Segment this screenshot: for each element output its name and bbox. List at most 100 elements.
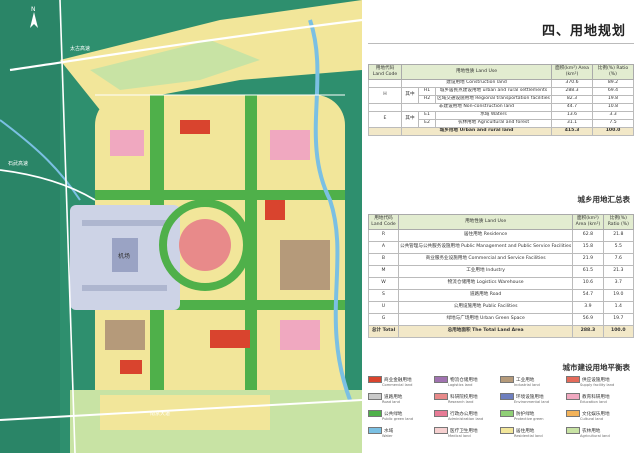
cell-name: 绿地与广场用地 Urban Green Space: [397, 313, 574, 326]
cell-code: [368, 79, 402, 88]
table-row: A 公共管理与公共服务设施用地 Public Management and Pub…: [368, 241, 635, 254]
legend-label-en: Commercial land: [382, 383, 413, 387]
legend-item: 水域 Water: [368, 427, 393, 438]
title-divider: [368, 43, 634, 44]
cell-ratio: 3.3: [592, 111, 634, 120]
cell-area: 62.8: [572, 229, 604, 242]
legend-label-en: Water: [382, 434, 393, 438]
table-row: 非建设用地 Non-construction land 44.7 10.8: [368, 103, 634, 112]
header-code: 用地代码 Land Code: [368, 214, 399, 230]
legend-swatch: [368, 376, 382, 383]
cell-area: 44.7: [551, 103, 593, 112]
land-use-plan-page: 机场 太古高速 石武高速 南京大道 N 四、用地规划 用地代码 Land Cod…: [0, 0, 640, 453]
legend-swatch: [566, 410, 580, 417]
cell-name: 农林用地 Agricultural and forest: [435, 119, 552, 128]
table-row: B 商业服务业设施用地 Commercial and Service Facili…: [368, 253, 635, 266]
legend-item: 防护绿地 Protective green: [500, 410, 544, 421]
legend-swatch: [434, 393, 448, 400]
cell-subcode: E2: [418, 119, 436, 128]
legend-swatch: [368, 410, 382, 417]
legend-label-en: Cultural land: [580, 417, 604, 421]
cell-code: U: [368, 301, 399, 314]
header-area: 面积(km²) Area (km²): [572, 214, 604, 230]
cell-area: 31.1: [551, 119, 593, 128]
legend-swatch: [566, 427, 580, 434]
header-ratio: 比例(%) Ratio (%): [592, 64, 634, 80]
legend-item: 居住用地 Residential land: [500, 427, 543, 438]
balance-caption: 城市建设用地平衡表: [562, 363, 631, 372]
cell-code: R: [368, 229, 399, 242]
cell-subcode: H2: [418, 95, 436, 104]
cell-code: [368, 127, 402, 136]
cell-ratio: 21.8: [602, 229, 635, 242]
legend-label-en: Education land: [580, 400, 607, 404]
cell-ratio: 7.6: [602, 253, 635, 266]
cell-name: 非建设用地 Non-construction land: [401, 103, 552, 112]
balance-table: 用地代码 Land Code 用地性质 Land Use 面积(km²) Are…: [368, 214, 635, 338]
balance-body: R 居住用地 Residence 62.8 21.8 A 公共管理与公共服务设施用地 Pu…: [368, 229, 635, 338]
legend-label-en: Supply facility land: [580, 383, 615, 387]
legend-swatch: [500, 393, 514, 400]
legend-item: 科研院校用地 Research land: [434, 393, 478, 404]
legend: 商业金融用地 Commercial land 物流仓储用地 Logistics lan…: [368, 376, 634, 448]
legend-label-en: Residential land: [514, 434, 543, 438]
cell-code: [368, 103, 402, 112]
cell-subcode: E1: [418, 111, 436, 120]
cell-code: B: [368, 253, 399, 266]
cell-area: 61.5: [572, 265, 604, 278]
cell-ratio: 7.5: [592, 119, 634, 128]
legend-item: 医疗卫生用地 Medical land: [434, 427, 478, 438]
legend-label-en: Industrial land: [514, 383, 540, 387]
legend-swatch: [368, 393, 382, 400]
cell-ratio: 21.3: [602, 265, 635, 278]
cell-name: 总用地面积 The Total Land Area: [397, 325, 574, 338]
cell-area: 21.9: [572, 253, 604, 266]
legend-swatch: [434, 376, 448, 383]
map-label-road-west: 石武高速: [8, 160, 28, 167]
table-row: S 道路用地 Road 54.7 19.0: [368, 289, 635, 302]
cell-area: 82.3: [551, 95, 593, 104]
legend-swatch: [434, 427, 448, 434]
info-panel: 四、用地规划 用地代码 Land Code 用地性质 Land Use 面积(k…: [362, 0, 640, 453]
summary-body: 建设用地 Construction land 370.6 89.2 H 其中 H…: [368, 79, 634, 136]
page-title: 四、用地规划: [541, 24, 626, 39]
cell-subcode: H1: [418, 87, 436, 96]
legend-item: 公共绿地 Public green land: [368, 410, 413, 421]
cell-code: H: [368, 87, 402, 104]
map-graphic: 机场 太古高速 石武高速 南京大道 N: [0, 0, 362, 453]
legend-label-en: Logistics land: [448, 383, 473, 387]
cell-ratio: 19.8: [592, 95, 634, 104]
cell-area: 54.7: [572, 289, 604, 302]
cell-name: 建设用地 Construction land: [401, 79, 552, 88]
cell-ratio: 100.0: [602, 325, 635, 338]
legend-item: 行政办公用地 Administration land: [434, 410, 483, 421]
cell-name: 城乡居民点建设用地 urban and rural settlements: [435, 87, 552, 96]
cell-area: 3.9: [572, 301, 604, 314]
summary-caption: 城乡用地汇总表: [577, 195, 631, 204]
cell-name: 商业服务业设施用地 Commercial and Service Facilit…: [397, 253, 574, 266]
cell-code: A: [368, 241, 399, 254]
map-label-road-south: 南京大道: [150, 410, 170, 417]
svg-text:N: N: [31, 6, 36, 13]
table-row: M 工业用地 Industry 61.5 21.3: [368, 265, 635, 278]
legend-label-en: Road land: [382, 400, 400, 404]
cell-code: W: [368, 277, 399, 290]
cell-ratio: 69.4: [592, 87, 634, 96]
cell-code: 总计 Total: [368, 325, 399, 338]
cell-name: 水域 Waters: [435, 111, 552, 120]
cell-name: 公共管理与公共服务设施用地 Public Management and Publ…: [397, 241, 574, 254]
table-row: E 其中 E1 水域 Waters 13.6 3.3: [368, 111, 634, 128]
legend-label-en: Protective green: [514, 417, 544, 421]
table-row: R 居住用地 Residence 62.8 21.8: [368, 229, 635, 242]
cell-name: 公用设施用地 Public Facilities: [397, 301, 574, 314]
legend-item: 工业用地 Industrial land: [500, 376, 540, 387]
legend-swatch: [500, 376, 514, 383]
legend-label-en: Administration land: [448, 417, 484, 421]
header-ratio: 比例(%) Ratio (%): [602, 214, 635, 230]
legend-swatch: [500, 410, 514, 417]
cell-area: 288.3: [551, 87, 593, 96]
legend-label-en: Research land: [448, 400, 474, 404]
cell-area: 15.8: [572, 241, 604, 254]
legend-item: 物流仓储用地 Logistics land: [434, 376, 478, 387]
cell-ratio: 100.0: [592, 127, 634, 136]
